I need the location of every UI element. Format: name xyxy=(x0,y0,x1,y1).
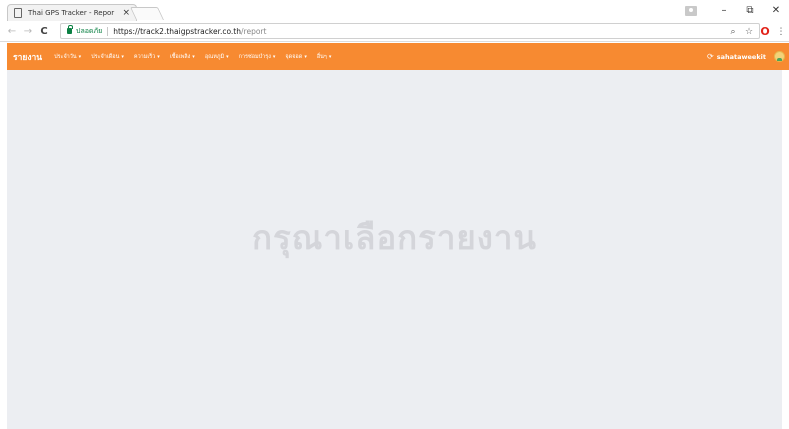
menu-item-label: เชื้อเพลิง xyxy=(169,53,191,60)
close-window-button[interactable]: ✕ xyxy=(763,5,789,16)
lock-icon xyxy=(67,25,73,34)
opera-icon[interactable]: O xyxy=(757,25,773,38)
menu-item-label: อุณหภูมิ xyxy=(204,53,225,60)
username[interactable]: sahataweekit xyxy=(717,53,766,61)
zoom-icon[interactable]: ⌕ xyxy=(725,27,741,37)
browser-menu-icon[interactable]: ⋮ xyxy=(773,27,789,37)
divider xyxy=(107,26,109,36)
maximize-button[interactable]: ⧉ xyxy=(737,5,763,16)
page-scrollbar[interactable] xyxy=(782,70,789,429)
window-controls: – ⧉ ✕ xyxy=(685,0,789,21)
tab-close-icon[interactable]: × xyxy=(122,8,130,18)
menu-item-label: การซ่อมบำรุง xyxy=(238,53,271,60)
forward-button[interactable]: → xyxy=(20,26,36,37)
avatar[interactable] xyxy=(774,51,785,62)
url-path: /report xyxy=(241,26,267,36)
user-area: ⟳ sahataweekit xyxy=(707,43,785,70)
menu-item-fuel[interactable]: เชื้อเพลิง ▾ xyxy=(170,53,195,61)
url-host: https://track2.thaigpstracker.co.th xyxy=(113,26,242,36)
menu-item-stops[interactable]: จุดจอด ▾ xyxy=(285,53,306,61)
caret-down-icon: ▾ xyxy=(157,53,160,60)
menu-item-label: อื่นๆ xyxy=(316,53,327,60)
caret-down-icon: ▾ xyxy=(328,53,332,60)
caret-down-icon: ▾ xyxy=(304,53,307,60)
security-label[interactable]: ปลอดภัย xyxy=(76,26,102,37)
browser-toolbar: ← → C ปลอดภัย https://track2.thaigpstrac… xyxy=(0,21,789,42)
app-navbar: รายงาน ประจำวัน ▾ ประจำเดือน ▾ ความเร็ว ▾ เ… xyxy=(7,43,789,70)
menu-item-label: ประจำวัน xyxy=(54,53,77,60)
caret-down-icon: ▾ xyxy=(272,53,276,60)
menu-item-daily[interactable]: ประจำวัน ▾ xyxy=(54,53,81,61)
navbar-brand[interactable]: รายงาน xyxy=(13,50,42,64)
tab-title: Thai GPS Tracker - Repor xyxy=(28,9,115,17)
menu-item-label: ประจำเดือน xyxy=(91,53,120,60)
caret-down-icon: ▾ xyxy=(78,53,82,60)
profile-icon[interactable] xyxy=(685,5,697,16)
logout-icon[interactable]: ⟳ xyxy=(707,52,714,61)
menu-item-temperature[interactable]: อุณหภูมิ ▾ xyxy=(205,53,229,61)
menu-item-label: ความเร็ว xyxy=(133,53,156,60)
back-button[interactable]: ← xyxy=(4,26,20,37)
caret-down-icon: ▾ xyxy=(192,53,195,60)
menu-item-label: จุดจอด xyxy=(285,53,303,60)
empty-state-message: กรุณาเลือกรายงาน xyxy=(252,218,537,257)
caret-down-icon: ▾ xyxy=(226,53,229,60)
caret-down-icon: ▾ xyxy=(121,53,124,60)
menu-item-other[interactable]: อื่นๆ ▾ xyxy=(317,53,332,61)
bookmark-star-icon[interactable]: ☆ xyxy=(741,27,757,37)
menu-item-speed[interactable]: ความเร็ว ▾ xyxy=(134,53,160,61)
browser-tabstrip: Thai GPS Tracker - Repor × – ⧉ ✕ xyxy=(0,0,789,21)
new-tab-button[interactable] xyxy=(129,7,165,20)
menu-item-monthly[interactable]: ประจำเดือน ▾ xyxy=(91,53,124,61)
navbar-menu: ประจำวัน ▾ ประจำเดือน ▾ ความเร็ว ▾ เชื้อเพล… xyxy=(54,53,341,61)
toolbar-right-icons: ⌕ ☆ O ⋮ xyxy=(725,21,789,42)
url-text[interactable]: https://track2.thaigpstracker.co.th/repo… xyxy=(113,27,266,36)
address-bar[interactable]: ปลอดภัย https://track2.thaigpstracker.co… xyxy=(60,23,760,39)
minimize-button[interactable]: – xyxy=(711,5,737,16)
report-content-area: กรุณาเลือกรายงาน xyxy=(7,70,782,429)
page-icon xyxy=(14,8,22,18)
menu-item-maintenance[interactable]: การซ่อมบำรุง ▾ xyxy=(239,53,276,61)
browser-tab[interactable]: Thai GPS Tracker - Repor × xyxy=(7,4,137,21)
reload-button[interactable]: C xyxy=(36,26,52,37)
